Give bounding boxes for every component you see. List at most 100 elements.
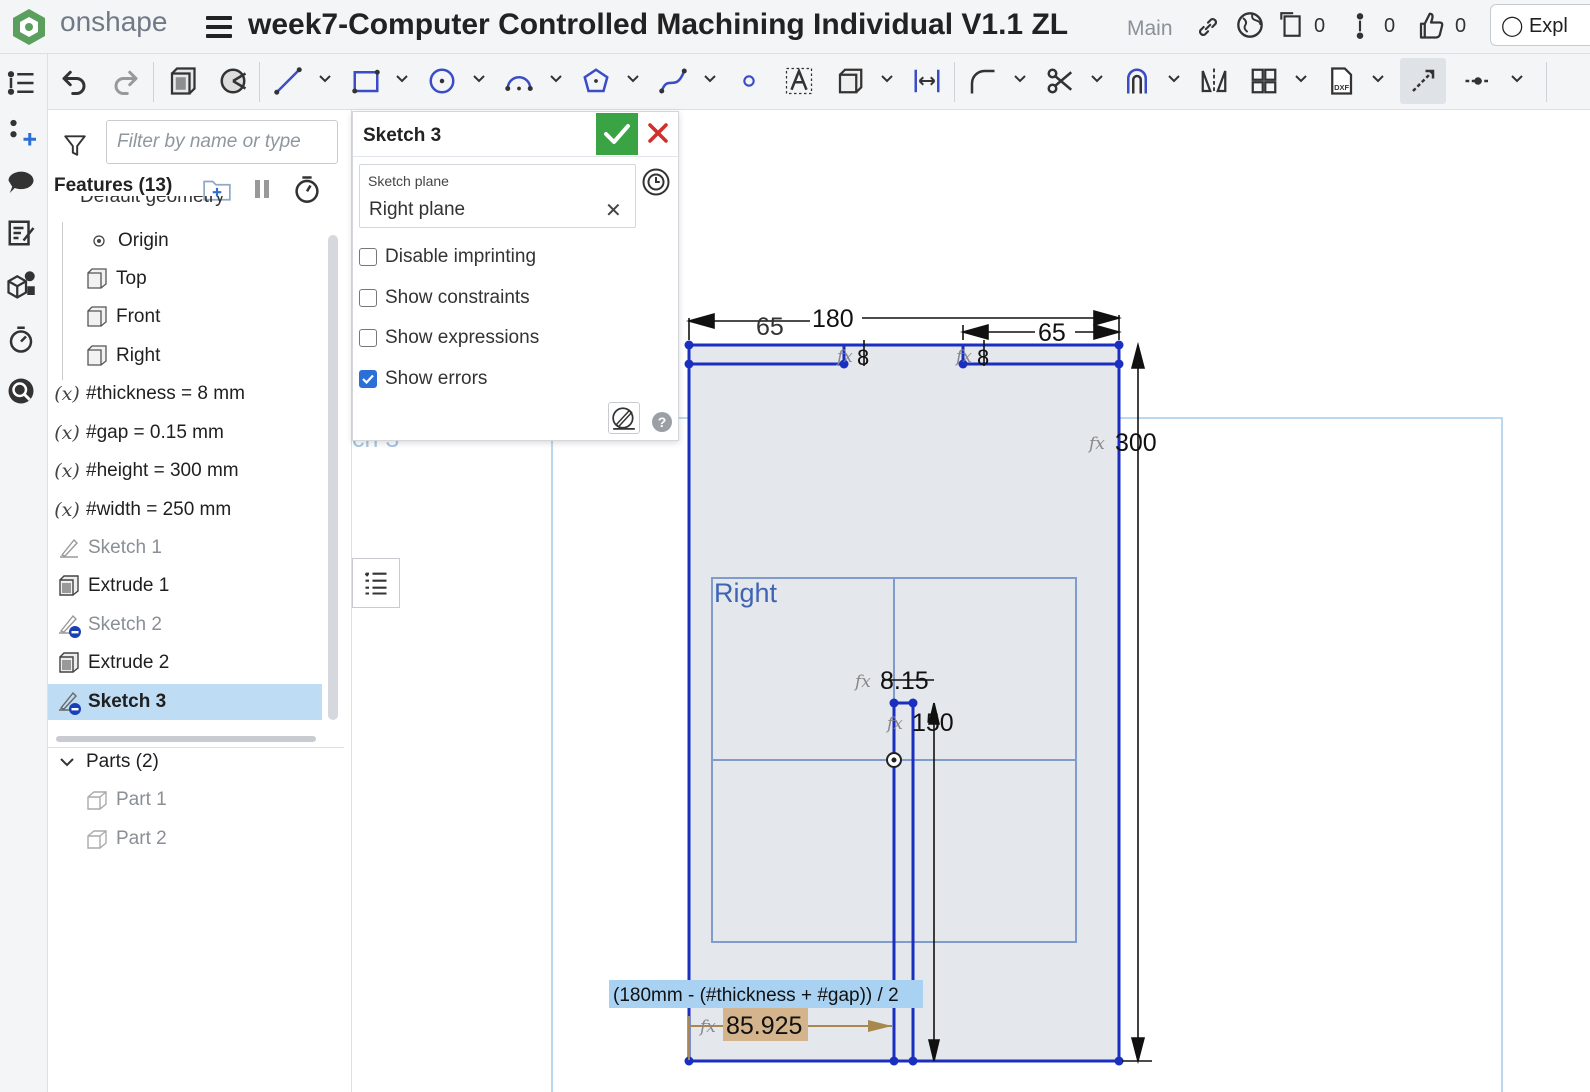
tree-item-variable-width[interactable]: (x) #width = 250 mm <box>48 492 322 528</box>
comments-icon[interactable] <box>6 168 36 198</box>
pause-icon[interactable] <box>251 177 273 201</box>
branch-name[interactable]: Main <box>1127 17 1173 41</box>
chevron-down-icon[interactable] <box>395 72 409 86</box>
chevron-down-icon[interactable] <box>1013 72 1027 86</box>
tree-item-sketch-1[interactable]: Sketch 1 <box>48 530 322 566</box>
globe-icon[interactable] <box>1236 11 1264 39</box>
tree-item-sketch-3[interactable]: Sketch 3 <box>48 684 322 720</box>
tree-item-right[interactable]: Right <box>48 338 322 374</box>
like-icon[interactable] <box>1416 10 1446 40</box>
accept-button[interactable] <box>596 113 638 155</box>
chevron-down-icon[interactable] <box>1510 72 1524 86</box>
tree-item-extrude-2[interactable]: Extrude 2 <box>48 645 322 681</box>
part-item-2[interactable]: Part 2 <box>48 821 322 857</box>
origin-marker-icon[interactable] <box>886 752 902 768</box>
filter-input[interactable] <box>106 120 338 164</box>
feature-list-scrollbar[interactable] <box>328 235 338 720</box>
explore-button[interactable]: ◯ Expl <box>1490 4 1590 46</box>
tree-item-front[interactable]: Front <box>48 299 322 335</box>
dim-thickness-left[interactable]: 8 <box>857 345 869 370</box>
add-part-icon[interactable] <box>6 118 36 148</box>
tree-item-sketch-2[interactable]: Sketch 2 <box>48 607 322 643</box>
chevron-down-icon[interactable] <box>880 72 894 86</box>
text-tool-icon[interactable] <box>783 64 815 98</box>
rollback-timer-icon[interactable] <box>6 324 36 354</box>
chevron-down-icon[interactable] <box>1167 72 1181 86</box>
dimension-tool-icon[interactable] <box>911 64 943 98</box>
sketch-plane-field[interactable]: Sketch plane Right plane ✕ <box>359 164 636 228</box>
dim-gap[interactable]: 8.15 <box>880 667 929 695</box>
clear-selection-icon[interactable]: ✕ <box>605 198 622 223</box>
extrude-tool-icon[interactable] <box>166 64 198 98</box>
spline-tool-icon[interactable] <box>657 64 689 98</box>
show-sketch-icon[interactable] <box>216 64 250 98</box>
onshape-wordmark[interactable]: onshape <box>60 6 167 38</box>
features-header[interactable]: Features (13) <box>54 175 172 197</box>
checkbox-checked[interactable] <box>359 370 377 388</box>
feature-list-icon[interactable] <box>6 68 36 98</box>
mass-properties-icon[interactable] <box>6 270 36 300</box>
dim-65-left[interactable]: 65 <box>756 313 784 341</box>
dim-180[interactable]: 180 <box>812 305 854 333</box>
rollback-icon[interactable] <box>293 174 321 204</box>
redo-icon[interactable] <box>110 64 142 98</box>
tree-item-variable-thickness[interactable]: (x) #thickness = 8 mm <box>48 376 322 412</box>
onshape-logo-icon[interactable] <box>10 7 48 47</box>
tree-item-variable-height[interactable]: (x) #height = 300 mm <box>48 453 322 489</box>
search-graph-icon[interactable] <box>6 376 36 406</box>
point-tool-icon[interactable] <box>735 64 763 98</box>
versions-icon[interactable] <box>1278 11 1304 39</box>
feature-list-hscrollbar[interactable] <box>56 736 316 742</box>
chevron-down-icon[interactable] <box>549 72 563 86</box>
history-icon[interactable] <box>641 167 671 197</box>
dxf-import-icon[interactable]: DXF <box>1325 64 1357 98</box>
chevron-down-icon[interactable] <box>703 72 717 86</box>
dim-150[interactable]: 150 <box>912 709 954 737</box>
checkbox[interactable] <box>359 248 377 266</box>
show-expressions-option[interactable]: Show expressions <box>359 327 539 349</box>
disable-imprinting-option[interactable]: Disable imprinting <box>359 246 536 268</box>
line-tool-icon[interactable] <box>272 64 304 98</box>
document-title[interactable]: week7-Computer Controlled Machining Indi… <box>248 8 1068 42</box>
tree-item-origin[interactable]: Origin <box>48 223 322 259</box>
chevron-down-icon[interactable] <box>1371 72 1385 86</box>
default-geometry-row[interactable]: Default geometry <box>80 196 240 214</box>
dim-300[interactable]: 300 <box>1115 429 1157 457</box>
help-icon[interactable]: ? <box>652 412 672 432</box>
notes-icon[interactable] <box>6 218 36 248</box>
mirror-tool-icon[interactable] <box>1198 64 1230 98</box>
midpoint-tool-icon[interactable] <box>1462 64 1494 98</box>
tree-item-variable-gap[interactable]: (x) #gap = 0.15 mm <box>48 415 322 451</box>
tree-item-extrude-1[interactable]: Extrude 1 <box>48 568 322 604</box>
checkbox[interactable] <box>359 289 377 307</box>
dim-65-right[interactable]: 65 <box>1038 319 1066 347</box>
cancel-button[interactable] <box>645 120 671 146</box>
hamburger-menu-icon[interactable] <box>206 16 232 38</box>
chevron-down-icon[interactable] <box>472 72 486 86</box>
show-errors-option[interactable]: Show errors <box>359 368 487 390</box>
tree-item-top[interactable]: Top <box>48 261 322 297</box>
trim-tool-icon[interactable] <box>1044 64 1076 98</box>
circle-tool-icon[interactable] <box>426 64 458 98</box>
filter-icon[interactable] <box>62 132 88 158</box>
rectangle-tool-icon[interactable] <box>350 64 382 98</box>
chevron-down-icon[interactable] <box>1090 72 1104 86</box>
sketch-plane-tool-icon[interactable] <box>834 64 866 98</box>
construction-tool-icon[interactable] <box>1400 58 1446 104</box>
list-view-button[interactable] <box>352 558 400 608</box>
offset-tool-icon[interactable] <box>1121 64 1153 98</box>
dim-thickness-right[interactable]: 8 <box>977 345 989 370</box>
chevron-down-icon[interactable] <box>1294 72 1308 86</box>
branches-icon[interactable] <box>1352 12 1368 40</box>
polygon-tool-icon[interactable] <box>580 64 612 98</box>
arc-tool-icon[interactable] <box>503 64 535 98</box>
part-item-1[interactable]: Part 1 <box>48 782 322 818</box>
sketch-settings-button[interactable] <box>608 402 640 434</box>
parts-header[interactable]: Parts (2) <box>48 744 322 780</box>
pattern-tool-icon[interactable] <box>1248 64 1280 98</box>
chevron-down-icon[interactable] <box>626 72 640 86</box>
chevron-down-icon[interactable] <box>318 72 332 86</box>
link-icon[interactable] <box>1195 14 1221 40</box>
show-constraints-option[interactable]: Show constraints <box>359 287 530 309</box>
fillet-tool-icon[interactable] <box>966 64 998 98</box>
